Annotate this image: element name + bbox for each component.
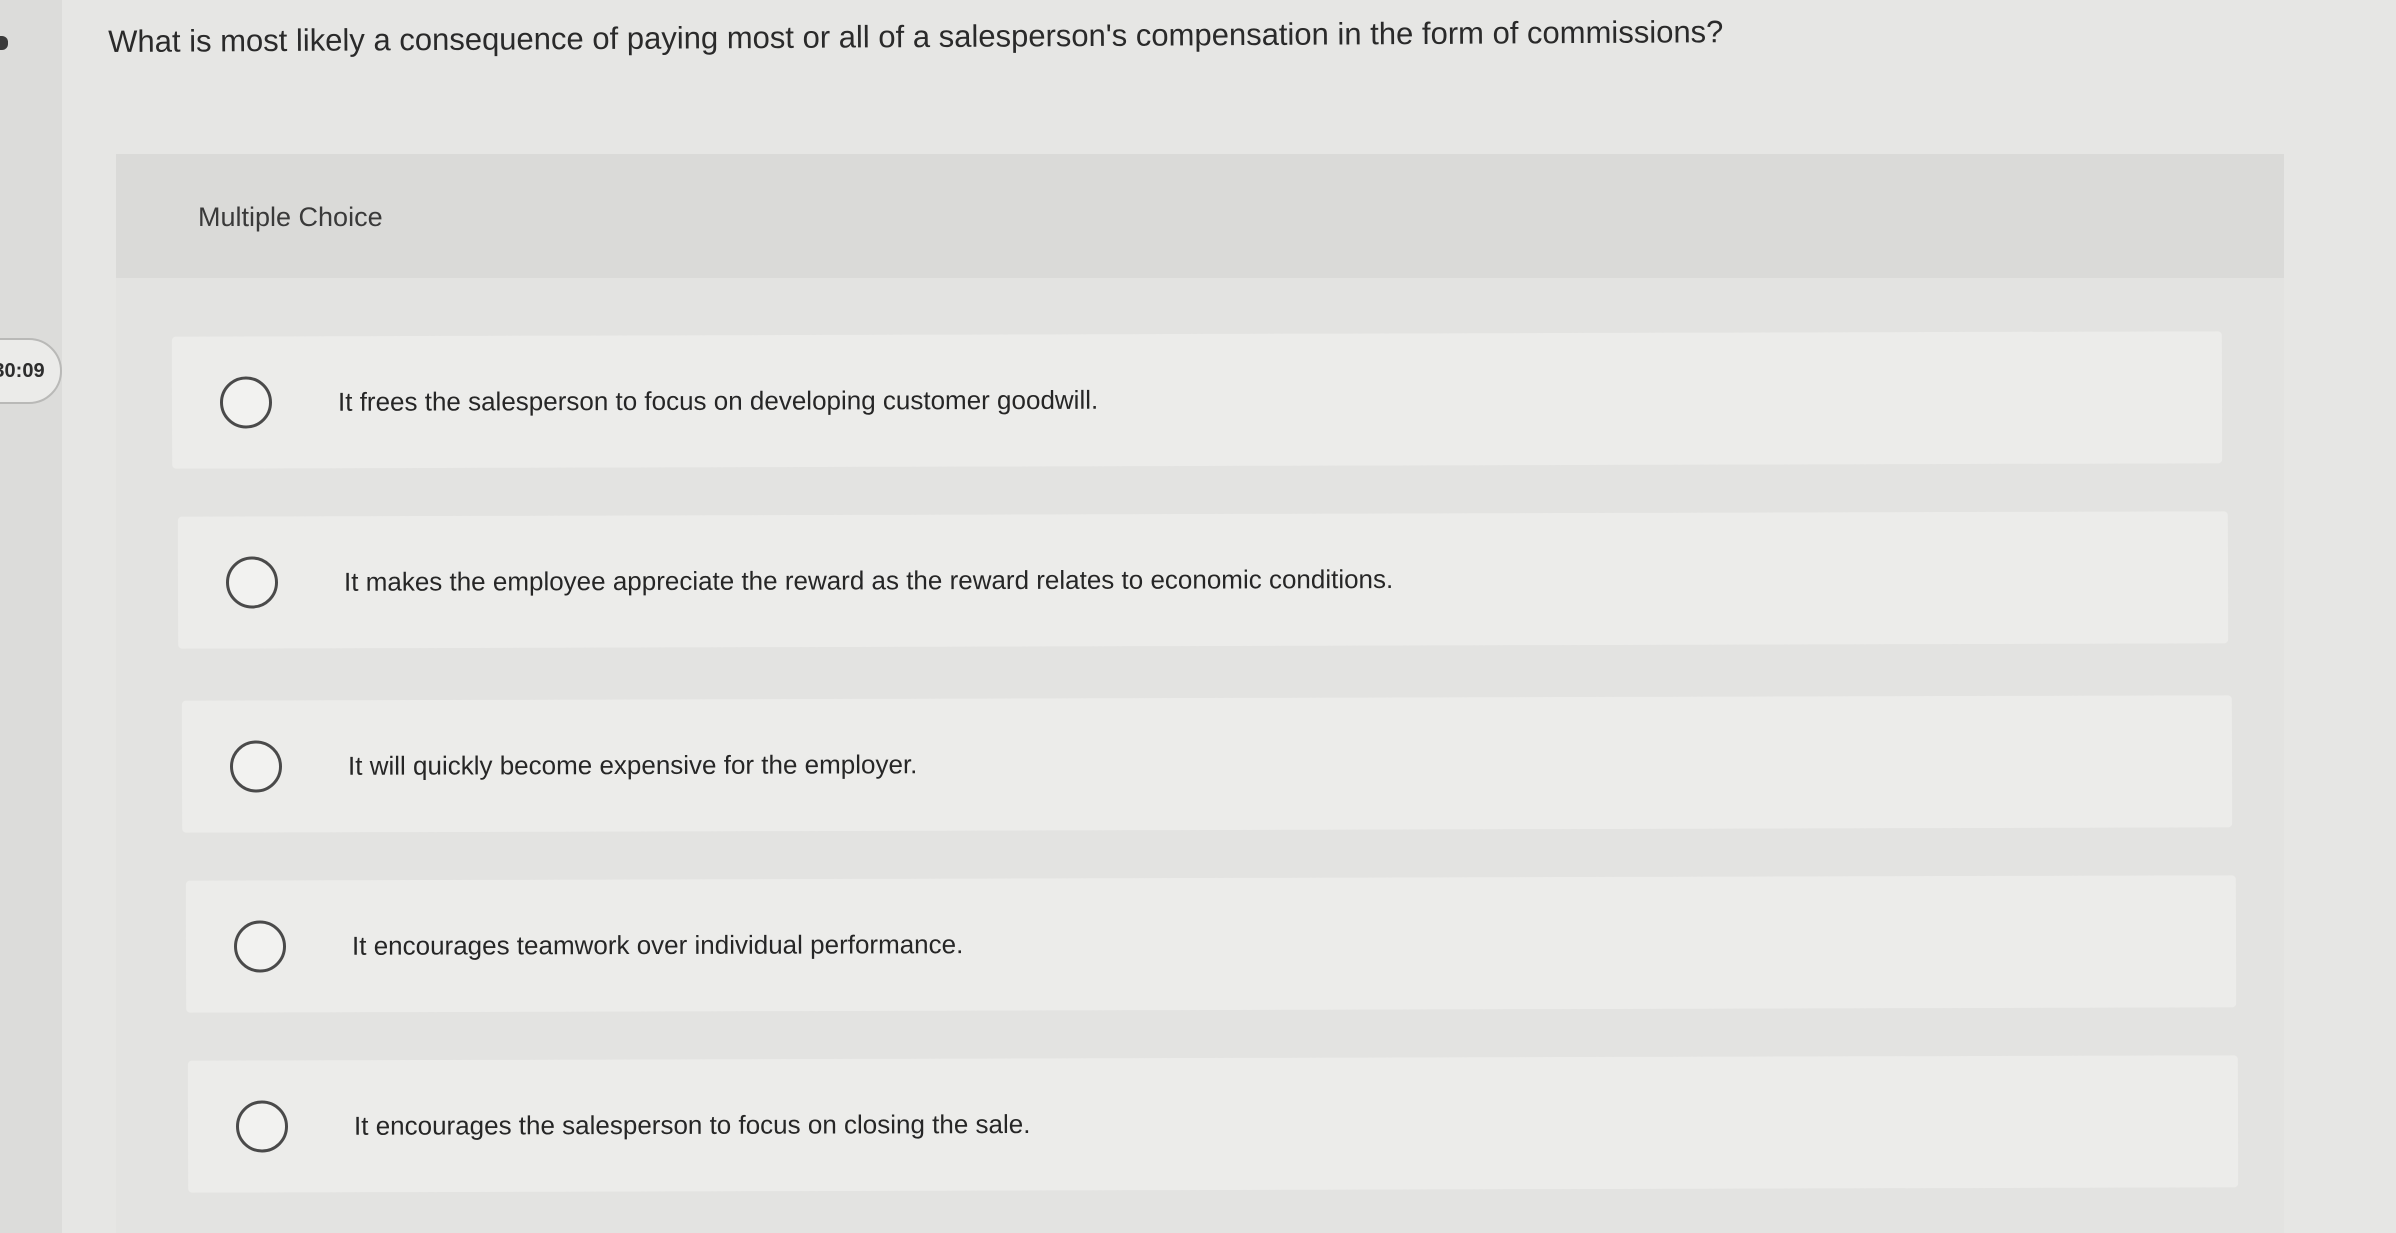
timer-text: 30:09 xyxy=(0,359,45,382)
panel-title: Multiple Choice xyxy=(198,202,383,232)
radio-button-icon[interactable] xyxy=(229,740,283,793)
choice-option-5[interactable]: It encourages the salesperson to focus o… xyxy=(187,1055,2239,1193)
choices-panel: Multiple Choice It frees the salesperson… xyxy=(116,154,2284,1233)
choice-label: It will quickly become expensive for the… xyxy=(347,749,918,781)
choice-option-3[interactable]: It will quickly become expensive for the… xyxy=(181,695,2233,833)
choice-label: It makes the employee appreciate the rew… xyxy=(343,564,1394,597)
radio-button-icon[interactable] xyxy=(235,1100,289,1153)
radio-button-icon[interactable] xyxy=(233,920,287,973)
radio-button-icon[interactable] xyxy=(219,376,273,429)
question-prompt: What is most likely a consequence of pay… xyxy=(108,14,1724,59)
choice-option-4[interactable]: It encourages teamwork over individual p… xyxy=(185,875,2237,1013)
left-rail xyxy=(0,0,62,1233)
choice-label: It encourages teamwork over individual p… xyxy=(351,929,964,961)
panel-header: Multiple Choice xyxy=(116,154,2284,278)
choice-option-1[interactable]: It frees the salesperson to focus on dev… xyxy=(171,331,2223,469)
choice-option-2[interactable]: It makes the employee appreciate the rew… xyxy=(177,511,2229,649)
rail-marker-icon xyxy=(0,36,8,50)
radio-button-icon[interactable] xyxy=(225,556,279,609)
choice-label: It frees the salesperson to focus on dev… xyxy=(337,384,1099,417)
choice-label: It encourages the salesperson to focus o… xyxy=(353,1108,1031,1141)
